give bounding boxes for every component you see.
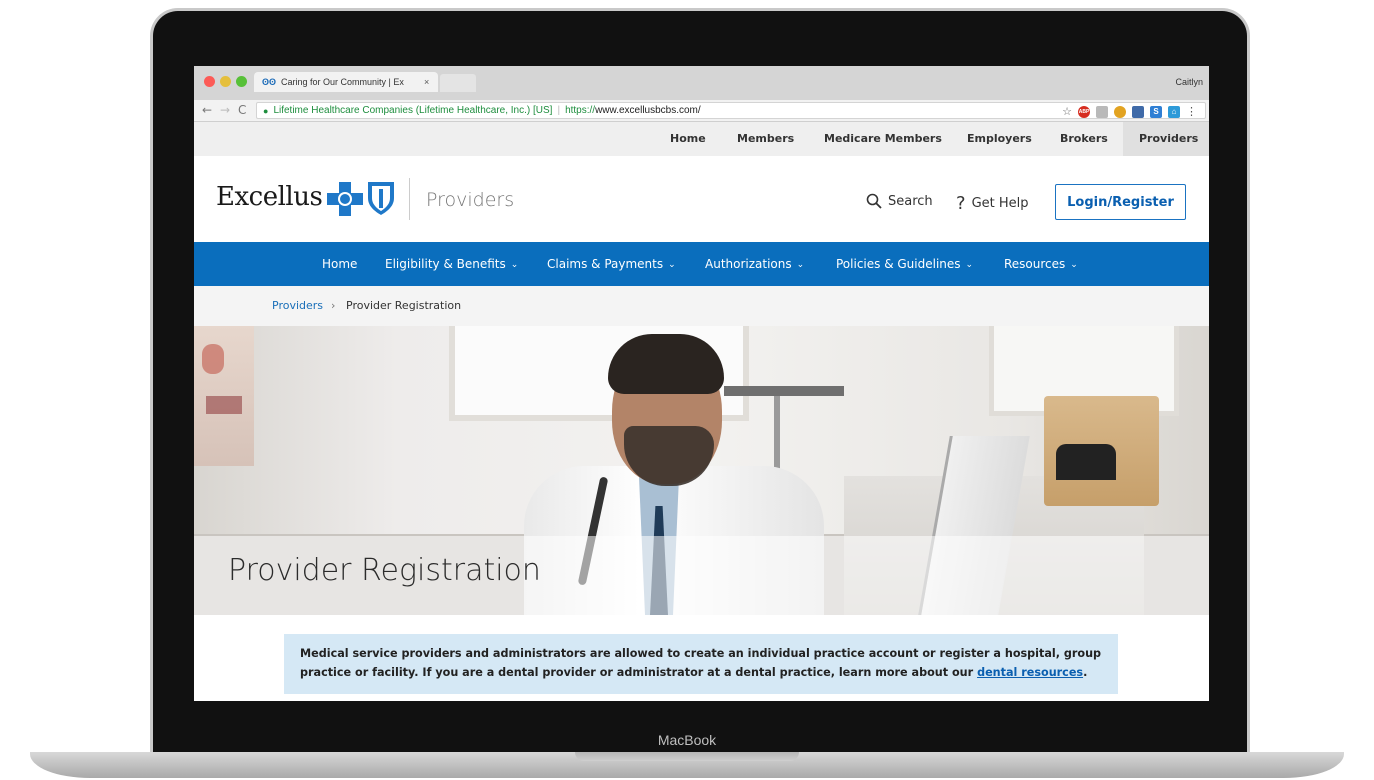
- main-nav-label: Resources: [1004, 257, 1066, 271]
- chevron-down-icon: ⌄: [965, 260, 974, 270]
- question-mark-icon: ?: [956, 193, 966, 214]
- extension-s-icon[interactable]: S: [1150, 105, 1162, 118]
- dental-resources-link[interactable]: dental resources: [977, 666, 1083, 679]
- browser-menu-icon[interactable]: ⋮: [1186, 105, 1197, 118]
- tab-title: Caring for Our Community | Ex: [281, 77, 404, 87]
- section-title: Providers: [426, 189, 515, 211]
- site-favicon-icon: ʘʘ: [262, 77, 277, 87]
- util-nav-employers[interactable]: Employers: [967, 122, 1032, 156]
- url-text: https://www.excellusbcbs.com/: [565, 105, 701, 116]
- search-label: Search: [888, 193, 933, 209]
- hero-scale-arm: [724, 386, 844, 396]
- extension-person-icon[interactable]: [1114, 105, 1126, 118]
- minimize-window-button[interactable]: [220, 76, 231, 87]
- breadcrumb-providers-link[interactable]: Providers: [272, 299, 323, 312]
- maximize-window-button[interactable]: [236, 76, 247, 87]
- address-bar[interactable]: ● Lifetime Healthcare Companies (Lifetim…: [256, 102, 1206, 119]
- util-nav-brokers[interactable]: Brokers: [1060, 122, 1108, 156]
- lock-icon: ●: [263, 105, 269, 116]
- url-divider: |: [557, 105, 561, 116]
- tab-close-icon[interactable]: ×: [424, 77, 429, 87]
- browser-profile[interactable]: Caitlyn: [1175, 77, 1203, 87]
- hero-banner: Provider Registration: [194, 326, 1209, 615]
- main-nav-authorizations[interactable]: Authorizations ⌄: [705, 242, 804, 286]
- laptop-notch: [575, 752, 799, 761]
- chevron-down-icon: ⌄: [668, 260, 676, 270]
- main-nav-home-label: Home: [322, 257, 358, 271]
- poster-detail: [202, 344, 224, 374]
- close-window-button[interactable]: [204, 76, 215, 87]
- search-icon: [866, 193, 882, 209]
- reload-icon[interactable]: C: [238, 103, 246, 117]
- notice-suffix: .: [1083, 666, 1088, 679]
- main-content: Medical service providers and administra…: [194, 615, 1209, 701]
- chevron-down-icon: ⌄: [796, 260, 805, 270]
- bookmark-star-icon[interactable]: ☆: [1062, 105, 1072, 118]
- browser-toolbar: ← → C ● Lifetime Healthcare Companies (L…: [194, 100, 1209, 122]
- certificate-org: Lifetime Healthcare Companies (Lifetime …: [273, 105, 553, 116]
- util-nav-providers[interactable]: Providers: [1123, 122, 1209, 156]
- url-host: www.excellusbcbs.com/: [595, 105, 701, 116]
- chevron-down-icon: ⌄: [1070, 260, 1078, 270]
- main-nav-label: Eligibility & Benefits: [385, 257, 506, 271]
- chevron-down-icon: ⌄: [510, 260, 519, 270]
- main-nav-resources[interactable]: Resources ⌄: [1004, 242, 1078, 286]
- main-nav-label: Policies & Guidelines: [836, 257, 961, 271]
- browser-tab-bar: ʘʘ Caring for Our Community | Ex × Caitl…: [194, 66, 1209, 100]
- breadcrumb-separator-icon: ›: [331, 299, 336, 312]
- extension-calendar-icon[interactable]: [1132, 105, 1144, 118]
- breadcrumb-current: Provider Registration: [346, 299, 462, 312]
- new-tab-button[interactable]: [440, 74, 476, 92]
- hero-holder: [1056, 444, 1116, 480]
- get-help-button[interactable]: ? Get Help: [956, 193, 1029, 214]
- forward-arrow-icon[interactable]: →: [220, 103, 230, 117]
- main-nav-claims-payments[interactable]: Claims & Payments ⌄: [547, 242, 676, 286]
- poster-detail: [206, 396, 242, 414]
- header-divider: [409, 178, 410, 220]
- extension-gray-icon[interactable]: [1096, 105, 1108, 118]
- site-header: Excellus Providers Search ? Get Help Log…: [194, 156, 1209, 242]
- main-nav: Home Eligibility & Benefits ⌄ Claims & Pa…: [194, 242, 1209, 286]
- browser-tab[interactable]: ʘʘ Caring for Our Community | Ex ×: [254, 72, 438, 92]
- excellus-logo-text[interactable]: Excellus: [216, 182, 323, 212]
- doctor-hair: [608, 334, 724, 394]
- extension-tray: ☆ ABP S ⌂ ⋮: [1062, 103, 1197, 120]
- anatomy-poster: [194, 326, 254, 466]
- adblock-icon[interactable]: ABP: [1078, 105, 1090, 118]
- utility-nav: Home Members Medicare Members Employers …: [194, 122, 1209, 156]
- info-notice: Medical service providers and administra…: [284, 634, 1118, 694]
- blue-shield-logo-icon: [368, 182, 394, 215]
- device-label: MacBook: [657, 732, 717, 748]
- login-register-button[interactable]: Login/Register: [1055, 184, 1186, 220]
- browser-screen: ʘʘ Caring for Our Community | Ex × Caitl…: [194, 66, 1209, 701]
- main-nav-policies-guidelines[interactable]: Policies & Guidelines ⌄: [836, 242, 973, 286]
- main-nav-eligibility-benefits[interactable]: Eligibility & Benefits ⌄: [385, 242, 518, 286]
- get-help-label: Get Help: [971, 196, 1029, 211]
- main-nav-home[interactable]: Home: [322, 242, 357, 286]
- main-nav-label: Claims & Payments: [547, 257, 664, 271]
- util-nav-home[interactable]: Home: [670, 122, 706, 156]
- extension-home-icon[interactable]: ⌂: [1168, 105, 1180, 118]
- back-arrow-icon[interactable]: ←: [202, 103, 212, 117]
- page-title: Provider Registration: [228, 553, 541, 588]
- util-nav-medicare-members[interactable]: Medicare Members: [824, 122, 942, 156]
- blue-cross-logo-icon: [327, 182, 363, 216]
- util-nav-members[interactable]: Members: [737, 122, 794, 156]
- url-protocol: https://: [565, 105, 596, 116]
- main-nav-label: Authorizations: [705, 257, 792, 271]
- search-button[interactable]: Search: [866, 193, 933, 209]
- breadcrumb: Providers › Provider Registration: [194, 286, 1209, 326]
